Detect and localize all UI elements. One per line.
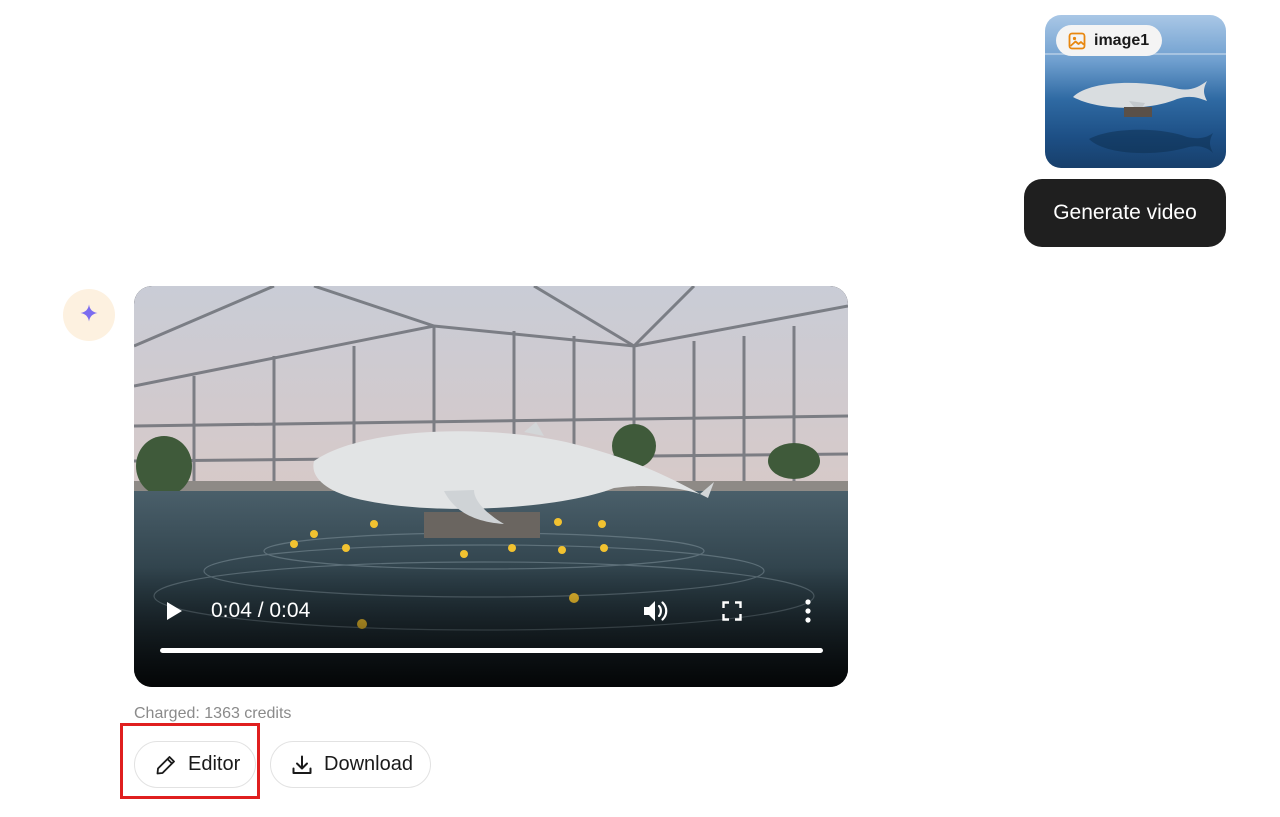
- download-button-label: Download: [324, 753, 413, 775]
- download-icon: [290, 753, 314, 777]
- volume-icon: [644, 601, 668, 621]
- sparkle-icon: [80, 304, 98, 327]
- pencil-icon: [154, 753, 178, 777]
- video-progress-bar[interactable]: [160, 648, 823, 653]
- more-vertical-icon: [805, 599, 811, 623]
- video-player[interactable]: 0:04 / 0:04: [134, 286, 848, 687]
- download-button[interactable]: Download: [270, 741, 431, 788]
- editor-button-label: Editor: [188, 753, 241, 775]
- fullscreen-button[interactable]: [720, 599, 744, 623]
- more-options-button[interactable]: [798, 597, 818, 625]
- editor-button[interactable]: Editor: [134, 741, 256, 788]
- assistant-avatar: [63, 289, 115, 341]
- fullscreen-icon: [722, 601, 742, 621]
- video-controls-gradient: [134, 567, 848, 687]
- play-icon: [167, 602, 182, 620]
- volume-button[interactable]: [641, 598, 671, 624]
- user-message-bubble: Generate video: [1024, 179, 1226, 247]
- video-time-display: 0:04 / 0:04: [211, 599, 311, 622]
- thumbnail-reflection: [1089, 129, 1213, 154]
- thumbnail-whale-image: [1073, 81, 1207, 117]
- charged-credits-text: Charged: 1363 credits: [134, 705, 292, 722]
- image-icon: [1068, 32, 1086, 50]
- user-message-text: Generate video: [1053, 201, 1197, 224]
- attachment-chip[interactable]: image1: [1056, 25, 1163, 56]
- user-image-attachment[interactable]: image1: [1045, 15, 1226, 168]
- play-button[interactable]: [160, 599, 188, 623]
- video-progress-fill: [160, 648, 823, 653]
- attachment-label: image1: [1094, 31, 1150, 49]
